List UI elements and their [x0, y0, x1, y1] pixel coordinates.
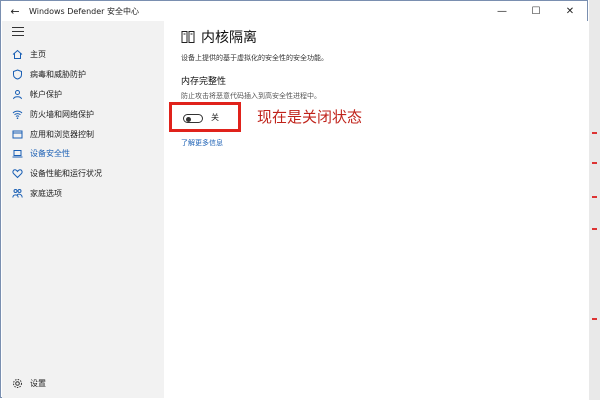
close-button[interactable]: ✕ — [553, 1, 587, 21]
background-mark — [592, 196, 597, 198]
wifi-icon — [11, 108, 23, 120]
annotation-text: 现在是关闭状态 — [257, 108, 363, 126]
sidebar-item-app-browser-control[interactable]: 应用和浏览器控制 — [2, 124, 164, 144]
title-bar: ← Windows Defender 安全中心 — ☐ ✕ — [1, 1, 587, 21]
sidebar-item-device-security[interactable]: 设备安全性 — [2, 144, 164, 164]
window-controls: — ☐ ✕ — [485, 1, 587, 21]
page-title-text: 内核隔离 — [201, 30, 257, 46]
sidebar-item-settings[interactable]: 设置 — [11, 377, 46, 389]
sidebar-item-firewall[interactable]: 防火墙和网络保护 — [2, 104, 164, 124]
window-icon — [11, 128, 23, 140]
person-icon — [11, 88, 23, 100]
toggle-knob — [186, 116, 191, 122]
page-description: 设备上提供的基于虚拟化的安全性的安全功能。 — [181, 54, 328, 62]
sidebar-item-virus-protection[interactable]: 病毒和威胁防护 — [2, 65, 164, 85]
back-arrow-icon[interactable]: ← — [1, 1, 29, 21]
home-icon — [11, 49, 23, 61]
sidebar-item-label: 家庭选项 — [30, 188, 62, 198]
section-description: 防止攻击将恶意代码插入到高安全性进程中。 — [181, 92, 321, 100]
background-strip — [589, 0, 600, 400]
background-mark — [592, 132, 597, 134]
background-mark — [592, 162, 597, 164]
sidebar-item-home[interactable]: 主页 — [2, 45, 164, 65]
screenshot-frame: ← Windows Defender 安全中心 — ☐ ✕ 主页 病毒和威胁防护… — [0, 0, 600, 400]
sidebar-item-family-options[interactable]: 家庭选项 — [2, 184, 164, 204]
toggle-state-label: 关 — [211, 113, 219, 122]
sidebar-item-label: 设备安全性 — [30, 149, 70, 159]
sidebar: 主页 病毒和威胁防护 帐户保护 防火墙和网络保护 应用和浏览器控制 设备安全性 … — [2, 21, 164, 398]
app-window: ← Windows Defender 安全中心 — ☐ ✕ 主页 病毒和威胁防护… — [0, 0, 588, 398]
main-content: 内核隔离 设备上提供的基于虚拟化的安全性的安全功能。 内存完整性 防止攻击将恶意… — [164, 21, 588, 398]
laptop-icon — [11, 148, 23, 160]
window-title: Windows Defender 安全中心 — [29, 6, 139, 16]
settings-label: 设置 — [30, 378, 46, 388]
minimize-button[interactable]: — — [485, 1, 519, 21]
sidebar-item-label: 帐户保护 — [30, 89, 62, 99]
background-mark — [592, 228, 597, 230]
sidebar-item-device-performance[interactable]: 设备性能和运行状况 — [2, 164, 164, 184]
page-title: 内核隔离 — [181, 27, 257, 47]
section-title: 内存完整性 — [181, 77, 227, 87]
learn-more-link[interactable]: 了解更多信息 — [181, 138, 223, 148]
sidebar-item-account-protection[interactable]: 帐户保护 — [2, 85, 164, 105]
memory-integrity-toggle[interactable] — [183, 114, 203, 123]
core-isolation-icon — [181, 30, 195, 44]
heart-icon — [11, 168, 23, 180]
sidebar-nav: 主页 病毒和威胁防护 帐户保护 防火墙和网络保护 应用和浏览器控制 设备安全性 … — [2, 45, 164, 203]
shield-icon — [11, 69, 23, 81]
gear-icon — [11, 377, 23, 389]
sidebar-item-label: 病毒和威胁防护 — [30, 70, 86, 80]
maximize-button[interactable]: ☐ — [519, 1, 553, 21]
hamburger-icon[interactable] — [12, 27, 24, 36]
sidebar-item-label: 防火墙和网络保护 — [30, 109, 94, 119]
family-icon — [11, 187, 23, 199]
highlight-box: 关 — [169, 102, 241, 132]
sidebar-item-label: 设备性能和运行状况 — [30, 169, 102, 179]
background-mark — [592, 318, 597, 320]
sidebar-item-label: 应用和浏览器控制 — [30, 129, 94, 139]
sidebar-item-label: 主页 — [30, 50, 46, 60]
